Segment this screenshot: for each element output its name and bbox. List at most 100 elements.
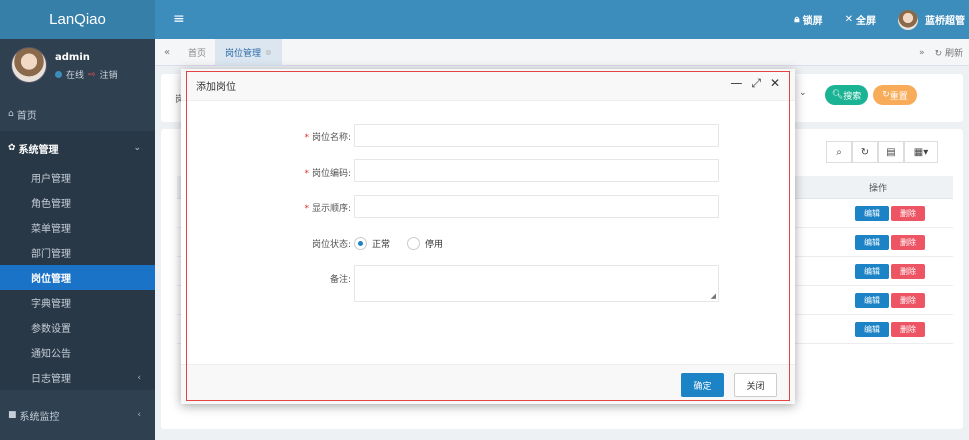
- delete-button[interactable]: 删除: [891, 293, 925, 308]
- chevron-down-icon[interactable]: ⌄: [799, 88, 807, 98]
- app-logo[interactable]: LanQiao: [0, 0, 155, 39]
- table-view-icon[interactable]: ▤: [878, 141, 904, 163]
- delete-button[interactable]: 删除: [891, 206, 925, 221]
- delete-button[interactable]: 删除: [891, 235, 925, 250]
- search-icon: 🔍︎: [831, 90, 844, 100]
- display-order-input[interactable]: [354, 195, 719, 218]
- sidebar-item-notice[interactable]: 通知公告: [0, 340, 155, 365]
- sidebar-group-system[interactable]: ✿ 系统管理 ⌄: [0, 131, 155, 165]
- close-button[interactable]: 关闭: [734, 373, 777, 397]
- sidebar-item-logs[interactable]: 日志管理 ‹: [0, 365, 155, 390]
- logout-icon[interactable]: ⇨: [88, 70, 96, 80]
- avatar: [11, 47, 47, 83]
- dialog-title: 添加岗位: [196, 82, 236, 93]
- minimize-icon[interactable]: —: [730, 76, 742, 91]
- chevron-left-icon: ‹: [137, 410, 141, 420]
- maximize-icon[interactable]: ⤢: [751, 76, 761, 91]
- status-radio-normal[interactable]: 正常: [354, 237, 390, 250]
- delete-button[interactable]: 删除: [891, 264, 925, 279]
- confirm-button[interactable]: 确定: [681, 373, 724, 397]
- required-mark: *: [304, 169, 309, 179]
- chevron-left-icon: ‹: [137, 372, 141, 383]
- refresh-icon[interactable]: ↻: [852, 141, 878, 163]
- sidebar-group-monitor[interactable]: ■ 系统监控 ‹: [0, 398, 155, 432]
- close-icon[interactable]: ✕: [770, 76, 780, 91]
- sidebar-item-menus[interactable]: 菜单管理: [0, 215, 155, 240]
- user-panel: admin 在线 ⇨ 注销: [0, 39, 155, 97]
- post-code-label: * 岗位编码:: [221, 166, 351, 179]
- display-order-label: * 显示顺序:: [221, 201, 351, 214]
- tabs-scroll-right-icon[interactable]: »: [919, 48, 925, 58]
- top-header: ≡ 🔒︎ 锁屏 ✕ 全屏 蓝桥超管: [155, 0, 969, 39]
- sidebar-item-config[interactable]: 参数设置: [0, 315, 155, 340]
- fullscreen-button[interactable]: ✕ 全屏: [845, 12, 876, 27]
- reset-button[interactable]: ↻ 重置: [873, 85, 917, 105]
- radio-checked-icon[interactable]: [354, 237, 367, 250]
- radio-label: 停用: [425, 240, 444, 250]
- remark-label: 备注:: [329, 275, 351, 285]
- logout-link[interactable]: 注销: [100, 68, 118, 81]
- delete-button[interactable]: 删除: [891, 322, 925, 337]
- search-button[interactable]: 🔍︎ 搜索: [825, 85, 868, 105]
- user-name: admin: [55, 52, 90, 63]
- resize-handle-icon[interactable]: ◢: [711, 292, 716, 300]
- table-toolbar: ⌕ ↻ ▤ ▦▾: [826, 141, 938, 163]
- sidebar: LanQiao admin 在线 ⇨ 注销 ⌂ 首页 ✿ 系统管理 ⌄ 用户管理…: [0, 0, 155, 440]
- sidebar-submenu: 用户管理 角色管理 菜单管理 部门管理 岗位管理 字典管理 参数设置 通知公告 …: [0, 165, 155, 390]
- sidebar-item-users[interactable]: 用户管理: [0, 165, 155, 190]
- menu-toggle-icon[interactable]: ≡: [173, 11, 185, 27]
- tab-label: 岗位管理: [225, 48, 262, 59]
- sidebar-item-roles[interactable]: 角色管理: [0, 190, 155, 215]
- header-actions: 🔒︎ 锁屏 ✕ 全屏 蓝桥超管: [794, 0, 969, 39]
- post-name-label: * 岗位名称:: [221, 130, 351, 143]
- tab-posts[interactable]: 岗位管理 ⊗: [216, 38, 282, 66]
- display-order-label-text: 显示顺序:: [311, 204, 351, 214]
- radio-unchecked-icon[interactable]: [407, 237, 420, 250]
- remark-textarea[interactable]: ◢: [354, 265, 719, 302]
- gear-icon: ✿: [8, 143, 16, 153]
- post-name-input[interactable]: [354, 124, 719, 147]
- dialog-title-bar[interactable]: 添加岗位 — ⤢ ✕: [181, 69, 795, 101]
- refresh-button[interactable]: ↻ 刷新: [935, 46, 963, 59]
- close-icon[interactable]: ⊗: [265, 48, 272, 57]
- video-camera-icon: ■: [8, 410, 17, 420]
- columns-icon[interactable]: ▦▾: [904, 141, 938, 163]
- tabs-scroll-left-icon[interactable]: «: [155, 47, 179, 58]
- radio-label: 正常: [372, 240, 391, 250]
- page-tabs: « 首页 岗位管理 ⊗ » ↻ 刷新: [155, 38, 969, 66]
- edit-button[interactable]: 编辑: [855, 235, 889, 250]
- fullscreen-icon: ✕: [844, 14, 853, 25]
- post-code-input[interactable]: [354, 159, 719, 182]
- edit-button[interactable]: 编辑: [855, 264, 889, 279]
- sidebar-item-dict[interactable]: 字典管理: [0, 290, 155, 315]
- sidebar-item-label: 首页: [16, 110, 37, 122]
- post-name-label-text: 岗位名称:: [311, 133, 351, 143]
- user-status: 在线 ⇨ 注销: [55, 68, 118, 81]
- sidebar-item-home[interactable]: ⌂ 首页: [0, 97, 155, 131]
- post-code-label-text: 岗位编码:: [311, 169, 351, 179]
- sidebar-group-label: 系统管理: [18, 144, 59, 156]
- required-mark: *: [304, 204, 309, 214]
- search-toggle-icon[interactable]: ⌕: [826, 141, 852, 163]
- sidebar-item-posts[interactable]: 岗位管理: [0, 265, 155, 290]
- lock-screen-button[interactable]: 🔒︎ 锁屏: [794, 12, 822, 27]
- tab-home[interactable]: 首页: [179, 38, 217, 66]
- column-header-actions: 操作: [869, 184, 888, 194]
- dialog-footer: 确定 关闭: [181, 364, 795, 404]
- refresh-icon: ↻: [934, 49, 943, 59]
- edit-button[interactable]: 编辑: [855, 206, 889, 221]
- avatar: [898, 9, 918, 30]
- sidebar-item-departments[interactable]: 部门管理: [0, 240, 155, 265]
- user-menu[interactable]: 蓝桥超管: [898, 9, 965, 30]
- edit-button[interactable]: 编辑: [855, 322, 889, 337]
- reset-button-label: 重置: [889, 91, 908, 102]
- sidebar-item-label: 日志管理: [31, 374, 71, 385]
- edit-button[interactable]: 编辑: [855, 293, 889, 308]
- refresh-icon: ↻: [882, 90, 890, 100]
- status-radio-disabled[interactable]: 停用: [407, 237, 443, 250]
- post-status-label: 岗位状态:: [311, 240, 351, 250]
- refresh-label: 刷新: [944, 49, 963, 59]
- lock-label: 锁屏: [802, 16, 823, 27]
- online-dot-icon: [55, 71, 62, 78]
- user-menu-name: 蓝桥超管: [925, 16, 965, 27]
